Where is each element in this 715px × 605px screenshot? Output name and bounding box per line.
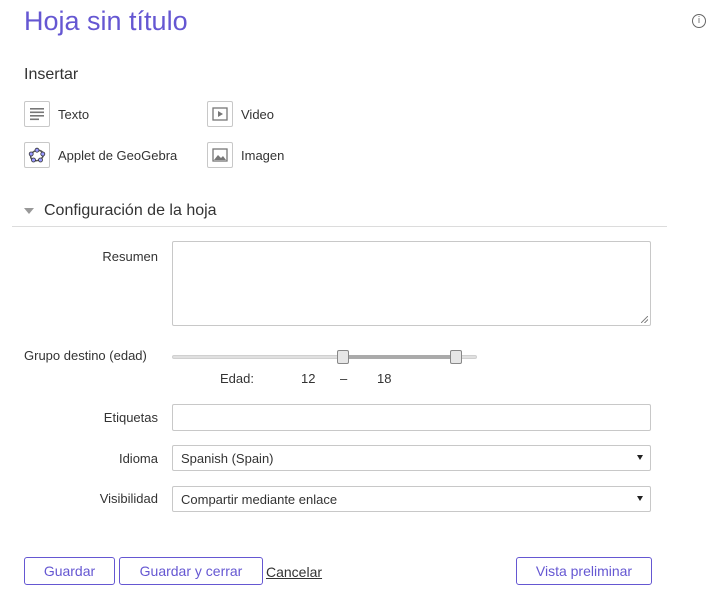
age-slider-range — [342, 355, 456, 359]
visibility-label: Visibilidad — [99, 491, 158, 506]
text-icon — [24, 101, 50, 127]
section-divider — [12, 226, 667, 227]
preview-button[interactable]: Vista preliminar — [516, 557, 652, 585]
insert-geogebra-button[interactable]: Applet de GeoGebra — [24, 142, 177, 168]
collapse-triangle-icon — [24, 208, 34, 214]
language-select[interactable]: Spanish (Spain) — [172, 445, 651, 471]
age-slider-max-thumb[interactable] — [449, 350, 462, 364]
language-label: Idioma — [118, 451, 158, 466]
age-max-value: 18 — [377, 371, 392, 386]
language-value: Spanish (Spain) — [181, 450, 274, 466]
video-icon — [207, 101, 233, 127]
image-icon — [207, 142, 233, 168]
insert-image-label: Imagen — [241, 147, 285, 163]
age-label: Edad: — [220, 371, 254, 386]
summary-textarea[interactable] — [172, 241, 651, 326]
insert-geogebra-label: Applet de GeoGebra — [58, 147, 178, 163]
insert-heading: Insertar — [24, 66, 79, 83]
tags-input[interactable] — [172, 404, 651, 431]
save-and-close-button[interactable]: Guardar y cerrar — [119, 557, 263, 585]
resize-grip-icon[interactable] — [641, 316, 648, 323]
insert-text-button[interactable]: Texto — [24, 101, 89, 127]
age-slider-min-thumb[interactable] — [336, 350, 349, 364]
dropdown-arrow-icon — [637, 455, 643, 460]
cancel-link[interactable]: Cancelar — [266, 564, 322, 580]
age-min-value: 12 — [301, 371, 316, 386]
tags-label: Etiquetas — [103, 410, 158, 425]
dropdown-arrow-icon — [637, 496, 643, 501]
save-button[interactable]: Guardar — [24, 557, 115, 585]
config-heading: Configuración de la hoja — [44, 202, 217, 219]
insert-image-button[interactable]: Imagen — [207, 142, 284, 168]
visibility-select[interactable]: Compartir mediante enlace — [172, 486, 651, 512]
geogebra-icon — [24, 142, 50, 168]
config-section-toggle[interactable]: Configuración de la hoja — [24, 202, 217, 220]
age-range-dash: – — [340, 371, 348, 386]
insert-video-button[interactable]: Video — [207, 101, 274, 127]
info-icon[interactable]: i — [692, 14, 706, 28]
insert-video-label: Video — [241, 106, 275, 122]
summary-label: Resumen — [102, 249, 158, 264]
page-title[interactable]: Hoja sin título — [24, 6, 188, 37]
insert-text-label: Texto — [58, 106, 90, 122]
visibility-value: Compartir mediante enlace — [181, 491, 338, 507]
age-group-label: Grupo destino (edad) — [24, 348, 147, 363]
